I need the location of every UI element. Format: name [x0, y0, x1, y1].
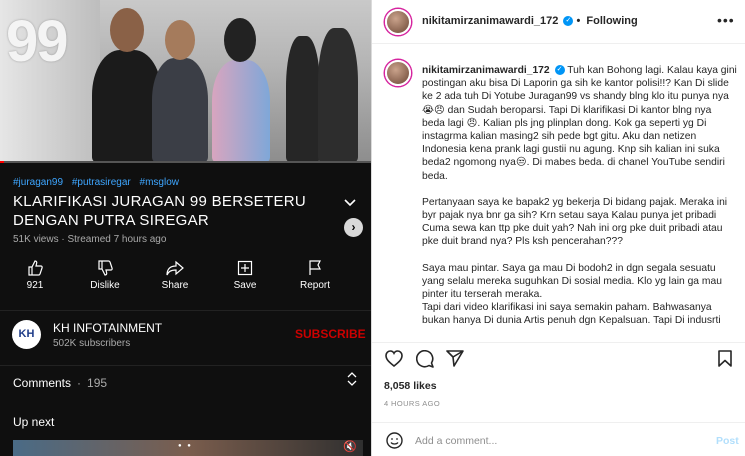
caption-paragraph: Pertanyaan saya ke bapak2 yg bekerja Di …: [422, 196, 728, 248]
emoji-icon[interactable]: [386, 432, 403, 454]
video-player[interactable]: 99: [0, 0, 371, 163]
video-person: [152, 58, 208, 163]
share-icon: [140, 258, 210, 280]
dislike-label: Dislike: [90, 280, 120, 291]
caption-paragraph: nikitamirzanimawardi_172 ✓ Tuh kan Bohon…: [422, 64, 737, 183]
flag-icon: [280, 258, 350, 280]
add-comment-bar: Add a comment... Post: [372, 422, 745, 456]
caption-text: Tuh kan Bohong lagi. Kalau kaya gini pos…: [422, 65, 737, 182]
up-next-label: Up next: [13, 415, 55, 429]
video-meta: 51K views · Streamed 7 hours ago: [13, 234, 167, 245]
comments-separator: ·: [77, 376, 82, 390]
video-person-head: [110, 8, 144, 52]
caption-gap: [422, 249, 737, 262]
chevron-down-icon[interactable]: [344, 195, 356, 210]
video-person-head: [165, 20, 195, 60]
caption-paragraph: Saya mau pintar. Saya ga mau Di bodoh2 i…: [422, 262, 722, 327]
tag-link[interactable]: #putrasiregar: [72, 177, 131, 188]
carousel-dots: ● ●: [178, 443, 193, 449]
video-person: [318, 28, 358, 163]
channel-subscribers: 502K subscribers: [53, 338, 131, 349]
expand-icon[interactable]: [347, 372, 357, 388]
post-actions: [372, 342, 745, 372]
like-button[interactable]: 921: [0, 258, 70, 298]
comments-title: Comments: [13, 376, 72, 390]
share-label: Share: [161, 280, 189, 291]
more-options-icon[interactable]: •••: [717, 12, 735, 28]
video-actions: 921 Dislike Share Save Report: [0, 258, 360, 298]
comment-icon[interactable]: [415, 349, 434, 373]
dislike-button[interactable]: Dislike: [70, 258, 140, 298]
verified-badge-icon: ✓: [563, 16, 574, 27]
save-icon: [210, 258, 280, 280]
channel-row: KH KH INFOTAINMENT 502K subscribers SUBS…: [0, 310, 371, 356]
report-button[interactable]: Report: [280, 258, 350, 298]
post-header: nikitamirzanimawardi_172 ✓ • Following •…: [372, 0, 745, 44]
video-tags: #juragan99 #putrasiregar #msglow: [13, 177, 185, 188]
save-label: Save: [233, 280, 257, 291]
send-icon[interactable]: [446, 350, 464, 372]
video-logo-text: 99: [6, 9, 68, 74]
following-button[interactable]: Following: [586, 15, 637, 27]
tag-link[interactable]: #msglow: [140, 177, 179, 188]
mute-icon[interactable]: 🔇: [343, 440, 357, 453]
chevron-right-icon[interactable]: ›: [344, 218, 363, 237]
comments-row[interactable]: Comments · 195: [0, 365, 371, 398]
thumbs-down-icon: [70, 258, 140, 280]
report-label: Report: [299, 280, 330, 291]
header-separator: •: [576, 15, 581, 27]
avatar[interactable]: [385, 9, 411, 35]
video-title[interactable]: KLARIFIKASI JURAGAN 99 BERSETERU DENGAN …: [13, 192, 323, 230]
caption-username[interactable]: nikitamirzanimawardi_172: [422, 65, 550, 76]
likes-count[interactable]: 8,058 likes: [384, 380, 437, 392]
thumbs-up-icon: [0, 258, 70, 280]
post-timestamp: 4 HOURS AGO: [384, 399, 441, 408]
channel-avatar[interactable]: KH: [12, 320, 41, 349]
channel-name[interactable]: KH INFOTAINMENT: [53, 321, 162, 335]
tag-link[interactable]: #juragan99: [13, 177, 63, 188]
comment-input[interactable]: Add a comment...: [415, 435, 497, 447]
share-button[interactable]: Share: [140, 258, 210, 298]
instagram-panel: nikitamirzanimawardi_172 ✓ • Following •…: [371, 0, 745, 456]
video-person-head: [224, 18, 256, 62]
verified-badge-icon: ✓: [554, 65, 565, 76]
bookmark-icon[interactable]: [718, 350, 732, 372]
save-button[interactable]: Save: [210, 258, 280, 298]
username-link[interactable]: nikitamirzanimawardi_172: [422, 15, 558, 27]
caption-area: nikitamirzanimawardi_172 ✓ Tuh kan Bohon…: [372, 50, 745, 340]
post-comment-button[interactable]: Post: [716, 435, 739, 447]
post-author: nikitamirzanimawardi_172 ✓ • Following: [422, 15, 638, 27]
caption-gap: [422, 183, 737, 196]
post-caption: nikitamirzanimawardi_172 ✓ Tuh kan Bohon…: [422, 64, 737, 328]
heart-icon[interactable]: [385, 350, 403, 372]
avatar[interactable]: [385, 60, 411, 86]
youtube-panel: 99 #juragan99 #putrasiregar #msglow KLAR…: [0, 0, 371, 456]
comments-label: Comments · 195: [13, 376, 107, 390]
like-count: 921: [26, 280, 44, 291]
video-person: [286, 36, 320, 163]
video-progress-bar[interactable]: [0, 161, 371, 163]
video-progress-fill: [0, 161, 4, 163]
comments-count: 195: [87, 376, 108, 390]
video-person: [212, 60, 270, 163]
subscribe-button[interactable]: SUBSCRIBE: [295, 327, 366, 341]
